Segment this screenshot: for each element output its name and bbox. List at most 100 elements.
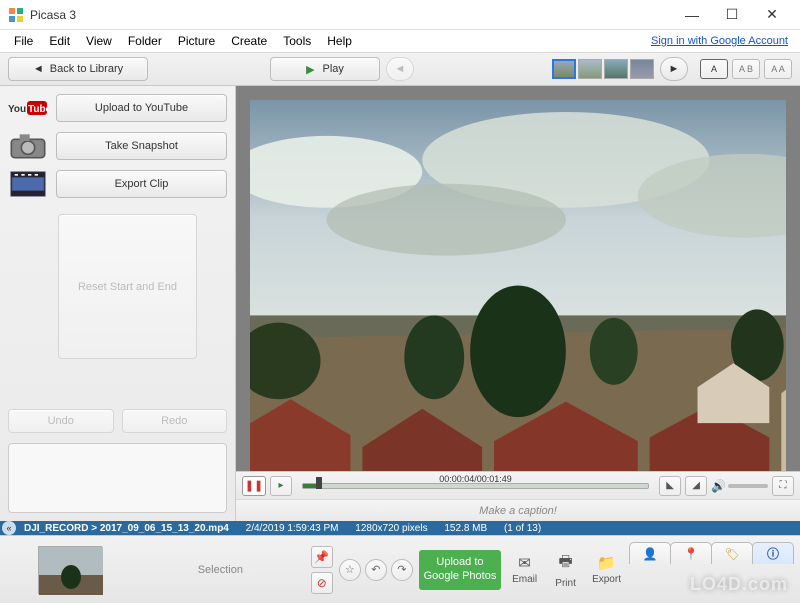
back-arrow-icon: ◄: [33, 63, 44, 75]
window-title: Picasa 3: [30, 8, 76, 22]
marker-icon: 📍: [684, 547, 699, 561]
main-area: YouTube Upload to YouTube Take Snapshot …: [0, 86, 800, 521]
menu-folder[interactable]: Folder: [120, 32, 170, 50]
collapse-tray-button[interactable]: «: [2, 521, 16, 535]
pin-icon: 📌: [314, 550, 329, 564]
snapshot-row: Take Snapshot: [8, 132, 227, 160]
clear-button[interactable]: ⊘: [311, 572, 333, 594]
export-clip-button[interactable]: Export Clip: [56, 170, 227, 198]
signin-link[interactable]: Sign in with Google Account: [651, 35, 788, 47]
redo-button[interactable]: Redo: [122, 409, 228, 433]
rotate-right-button[interactable]: ↷: [391, 559, 413, 581]
svg-text:Tube: Tube: [28, 104, 48, 115]
menu-picture[interactable]: Picture: [170, 32, 223, 50]
next-button[interactable]: ►: [660, 57, 688, 81]
play-button[interactable]: ▶ Play: [270, 57, 380, 81]
thumb-3[interactable]: [604, 59, 628, 79]
menu-create[interactable]: Create: [223, 32, 275, 50]
export-row: Export Clip: [8, 170, 227, 198]
export-label: Export: [592, 574, 621, 585]
menubar: File Edit View Folder Picture Create Too…: [0, 30, 800, 52]
places-tab[interactable]: 📍: [670, 542, 712, 564]
bottom-tray: Selection 📌 ⊘ ☆ ↶ ↷ Upload to Google Pho…: [0, 535, 800, 603]
thumb-2[interactable]: [578, 59, 602, 79]
video-frame[interactable]: [250, 100, 786, 471]
info-dims: 1280x720 pixels: [355, 523, 427, 534]
menu-view[interactable]: View: [78, 32, 120, 50]
upload-google-photos-button[interactable]: Upload to Google Photos: [419, 550, 501, 590]
email-button[interactable]: ✉ Email: [507, 554, 542, 585]
print-label: Print: [555, 578, 576, 589]
menu-tools[interactable]: Tools: [275, 32, 319, 50]
email-icon: ✉: [518, 554, 531, 572]
size-buttons: A A B A A: [700, 59, 792, 79]
clear-icon: ⊘: [317, 576, 327, 590]
selection-thumbnail[interactable]: [38, 546, 102, 594]
menu-help[interactable]: Help: [319, 32, 360, 50]
star-icon: ☆: [345, 563, 355, 576]
progress-bar[interactable]: 00:00:04/00:01:49: [302, 480, 649, 492]
export-button[interactable]: 📁 Export: [589, 554, 624, 585]
star-button[interactable]: ☆: [339, 559, 361, 581]
histogram-panel: [8, 443, 227, 513]
fullscreen-button[interactable]: ⛶: [772, 476, 794, 496]
titlebar: Picasa 3 — ☐ ✕: [0, 0, 800, 30]
status-infobar: « DJI_RECORD > 2017_09_06_15_13_20.mp4 2…: [0, 521, 800, 535]
size-medium-button[interactable]: A B: [732, 59, 760, 79]
print-icon: 🖶: [558, 551, 572, 576]
selection-label: Selection: [198, 564, 243, 576]
info-tab[interactable]: ⓘ: [752, 542, 794, 564]
prev-button[interactable]: ◄: [386, 57, 414, 81]
camera-icon: [8, 133, 48, 159]
film-icon: [8, 171, 48, 197]
email-label: Email: [512, 574, 537, 585]
viewer: ❚❚ ▸ 00:00:04/00:01:49 ◣ ◢ 🔊 ⛶ Make a ca…: [236, 86, 800, 521]
trim-in-button[interactable]: ◣: [659, 476, 681, 496]
menu-file[interactable]: File: [6, 32, 41, 50]
rotate-left-button[interactable]: ↶: [365, 559, 387, 581]
minimize-button[interactable]: —: [672, 2, 712, 28]
info-size: 152.8 MB: [444, 523, 487, 534]
player-bar: ❚❚ ▸ 00:00:04/00:01:49 ◣ ◢ 🔊 ⛶: [236, 471, 800, 499]
tag-icon: 🏷: [724, 547, 739, 561]
close-button[interactable]: ✕: [752, 2, 792, 28]
menu-edit[interactable]: Edit: [41, 32, 78, 50]
hold-button[interactable]: 📌: [311, 546, 333, 568]
undo-button[interactable]: Undo: [8, 409, 114, 433]
size-small-button[interactable]: A: [700, 59, 728, 79]
thumb-1[interactable]: [552, 59, 576, 79]
take-snapshot-button[interactable]: Take Snapshot: [56, 132, 227, 160]
play-icon: ▶: [306, 63, 314, 76]
trim-out-button[interactable]: ◢: [685, 476, 707, 496]
arrow-left-icon: ◄: [395, 63, 406, 75]
right-tabs: 👤 📍 🏷 ⓘ: [630, 542, 794, 564]
maximize-button[interactable]: ☐: [712, 2, 752, 28]
people-tab[interactable]: 👤: [629, 542, 671, 564]
trim-start-marker[interactable]: ▸: [270, 476, 292, 496]
size-large-button[interactable]: A A: [764, 59, 792, 79]
upload-youtube-button[interactable]: Upload to YouTube: [56, 94, 227, 122]
thumb-4[interactable]: [630, 59, 654, 79]
caption-placeholder: Make a caption!: [479, 505, 557, 517]
tags-tab[interactable]: 🏷: [711, 542, 753, 564]
thumbnail-strip: [552, 59, 654, 79]
reset-start-end-button[interactable]: Reset Start and End: [58, 214, 197, 359]
rotate-left-icon: ↶: [371, 563, 380, 576]
watermark: LO4D.com: [690, 574, 788, 595]
undo-redo-group: Undo Redo: [8, 409, 227, 433]
youtube-icon: YouTube: [8, 95, 48, 121]
speaker-icon: 🔊: [711, 479, 726, 493]
rotate-right-icon: ↷: [397, 563, 406, 576]
volume-control[interactable]: 🔊: [711, 479, 768, 493]
pause-icon: ❚❚: [245, 479, 263, 492]
info-date: 2/4/2019 1:59:43 PM: [246, 523, 339, 534]
pause-button[interactable]: ❚❚: [242, 476, 266, 496]
info-count: (1 of 13): [504, 523, 541, 534]
print-button[interactable]: 🖶 Print: [548, 551, 583, 589]
time-label: 00:00:04/00:01:49: [439, 474, 512, 484]
play-label: Play: [323, 63, 344, 75]
back-to-library-button[interactable]: ◄ Back to Library: [8, 57, 148, 81]
info-icon: ⓘ: [767, 545, 779, 562]
arrow-right-icon: ►: [669, 63, 680, 75]
caption-input[interactable]: Make a caption!: [236, 499, 800, 521]
